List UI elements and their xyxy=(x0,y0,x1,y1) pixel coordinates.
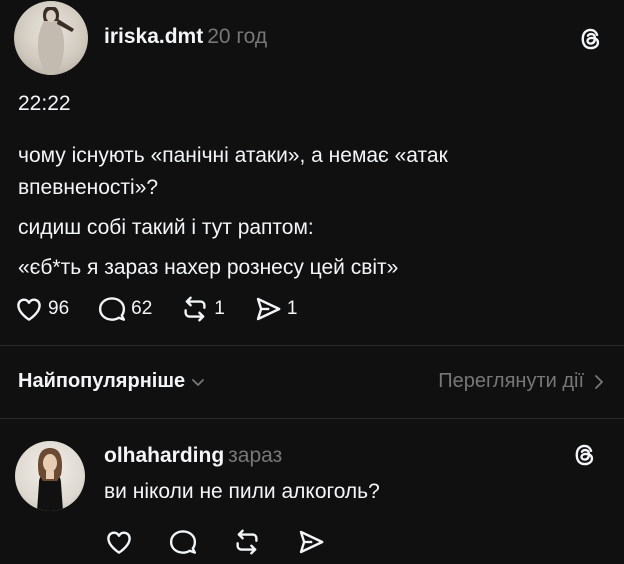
avatar-photo xyxy=(37,7,74,75)
post-text-line: сидиш собі такий і тут раптом: xyxy=(18,216,314,239)
heart-icon xyxy=(107,531,131,554)
post-author: iriska.dmt 20 год xyxy=(104,25,267,49)
post-text-line: впевненості»? xyxy=(18,176,159,199)
comments-count: 62 xyxy=(131,298,153,319)
post-actions: 96 62 1 1 xyxy=(14,293,325,325)
shares-count: 1 xyxy=(286,298,298,319)
chevron-down-icon xyxy=(192,378,205,386)
avatar[interactable] xyxy=(14,1,88,75)
comment-bubble-icon xyxy=(99,297,126,321)
like-button[interactable]: 96 xyxy=(14,294,69,324)
chevron-right-icon xyxy=(595,374,603,389)
reply-like-button[interactable] xyxy=(104,527,134,557)
divider xyxy=(0,345,624,346)
post-text-line: чому існують «панічні атаки», а немає «а… xyxy=(18,144,448,167)
repost-icon xyxy=(184,296,206,322)
comment-button[interactable]: 62 xyxy=(97,294,152,324)
reply-repost-button[interactable] xyxy=(232,527,262,557)
reply-age: зараз xyxy=(228,444,283,467)
threads-logo-icon[interactable] xyxy=(578,26,604,57)
send-icon xyxy=(256,297,281,321)
view-activity-link[interactable]: Переглянути дії xyxy=(438,370,604,393)
reply-author: olhaharding зараз xyxy=(104,444,282,468)
post-text-line: «єб*ть я зараз нахер рознесу цей світ» xyxy=(18,256,399,279)
post-body: чому існують «панічні атаки», а немає «а… xyxy=(18,140,608,284)
share-button[interactable]: 1 xyxy=(253,294,298,324)
send-icon xyxy=(299,530,324,554)
reposts-count: 1 xyxy=(214,298,225,319)
comment-bubble-icon xyxy=(169,530,197,554)
avatar-photo xyxy=(37,448,63,511)
reply-text: ви ніколи не пили алкоголь? xyxy=(104,480,380,503)
heart-icon xyxy=(17,298,41,321)
view-activity-label: Переглянути дії xyxy=(438,370,584,392)
reply-avatar[interactable] xyxy=(15,441,85,511)
sort-dropdown[interactable]: Найпопулярніше xyxy=(18,370,205,393)
repost-icon xyxy=(236,529,258,555)
sort-label: Найпопулярніше xyxy=(18,370,186,392)
reply-actions xyxy=(104,527,360,557)
likes-count: 96 xyxy=(48,298,70,319)
reply-username[interactable]: olhaharding xyxy=(104,444,224,467)
reply-comment-button[interactable] xyxy=(168,527,198,557)
post-username[interactable]: iriska.dmt xyxy=(104,25,203,48)
post-age: 20 год xyxy=(207,25,268,48)
replies-sort-bar: Найпопулярніше Переглянути дії xyxy=(18,370,604,398)
threads-logo-icon[interactable] xyxy=(572,442,598,473)
repost-button[interactable]: 1 xyxy=(180,294,225,324)
reply-share-button[interactable] xyxy=(296,527,326,557)
divider xyxy=(0,418,624,419)
post-time-text: 22:22 xyxy=(18,92,71,115)
